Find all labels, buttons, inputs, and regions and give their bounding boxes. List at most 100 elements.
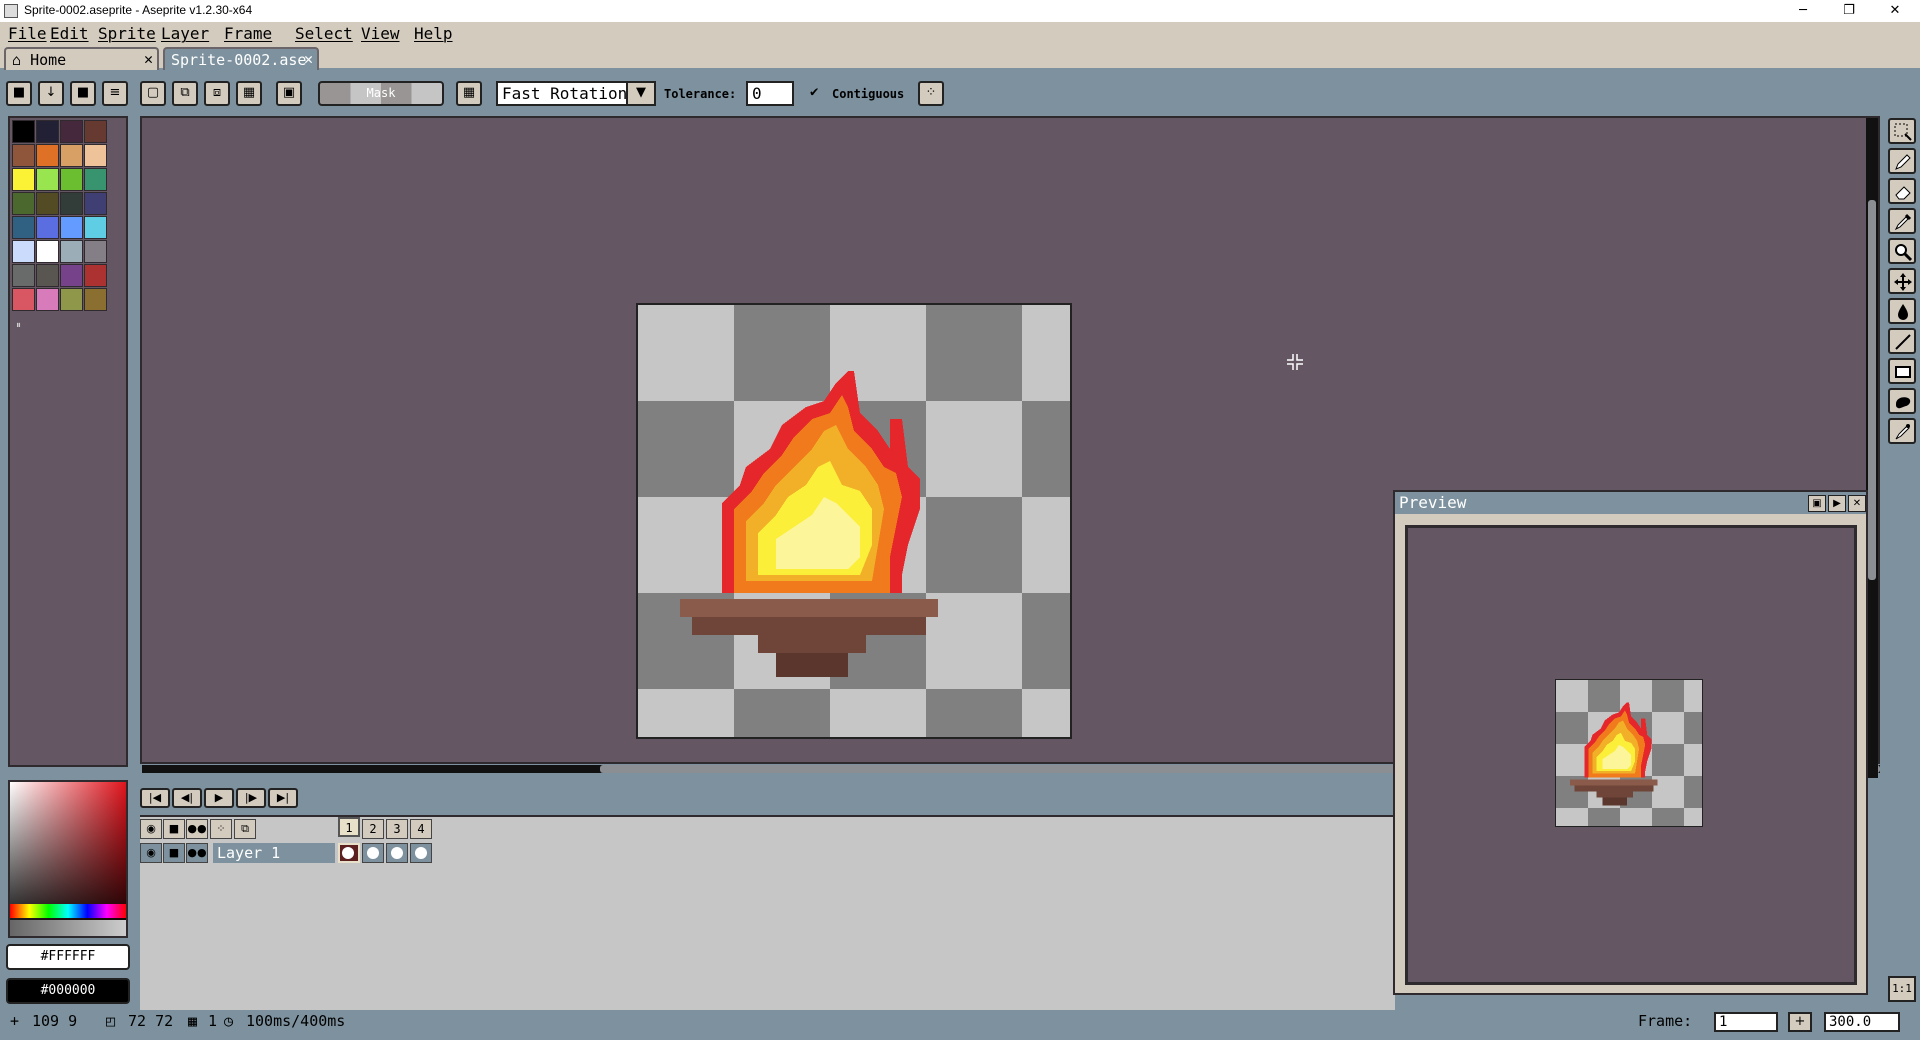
paint-bucket-tool-icon[interactable] bbox=[1888, 298, 1916, 324]
mask-color-button[interactable]: Mask bbox=[318, 81, 444, 106]
palette-swatch[interactable] bbox=[12, 216, 35, 239]
cel-frame-4[interactable] bbox=[410, 843, 432, 863]
blur-tool-icon[interactable] bbox=[1888, 418, 1916, 444]
palette-swatch[interactable] bbox=[36, 168, 59, 191]
palette-swatch[interactable] bbox=[84, 240, 107, 263]
foreground-color-button[interactable]: #FFFFFF bbox=[6, 944, 130, 970]
palette-swatch[interactable] bbox=[84, 216, 107, 239]
palette-swatch[interactable] bbox=[36, 240, 59, 263]
close-window-button[interactable]: ✕ bbox=[1872, 0, 1918, 22]
menu-frame[interactable]: Frame bbox=[224, 24, 272, 43]
tolerance-input[interactable]: 0 bbox=[746, 81, 794, 106]
tab-sprite[interactable]: Sprite-0002.ase ✕ bbox=[163, 47, 319, 70]
marquee-tool-icon[interactable] bbox=[1888, 118, 1916, 144]
rectangle-tool-icon[interactable] bbox=[1888, 358, 1916, 384]
menu-sprite[interactable]: Sprite bbox=[98, 24, 156, 43]
palette-swatch[interactable] bbox=[36, 192, 59, 215]
arrow-down-icon[interactable]: ↓ bbox=[38, 81, 64, 106]
palette-swatch[interactable] bbox=[12, 288, 35, 311]
continuous-icon[interactable]: ●● bbox=[186, 819, 208, 839]
palette-swatch[interactable] bbox=[12, 120, 35, 143]
palette-swatch[interactable] bbox=[36, 216, 59, 239]
options-icon[interactable]: ⁘ bbox=[918, 81, 944, 106]
menu-file[interactable]: File bbox=[8, 24, 47, 43]
vertical-scrollbar-thumb[interactable] bbox=[1868, 200, 1876, 580]
palette-swatch[interactable] bbox=[60, 120, 83, 143]
play-button[interactable]: ▶ bbox=[204, 788, 234, 808]
palette-swatch[interactable] bbox=[36, 120, 59, 143]
chevron-down-icon[interactable]: ▼ bbox=[626, 81, 656, 106]
hue-slider[interactable] bbox=[10, 904, 126, 918]
alpha-slider[interactable] bbox=[10, 920, 126, 936]
cel-frame-2[interactable] bbox=[362, 843, 384, 863]
selection-replace-icon[interactable]: ▢ bbox=[140, 81, 166, 106]
palette-swatch[interactable] bbox=[84, 264, 107, 287]
palette-swatch[interactable] bbox=[36, 288, 59, 311]
palette-swatch[interactable] bbox=[60, 288, 83, 311]
menu-view[interactable]: View bbox=[361, 24, 400, 43]
palette-swatch[interactable] bbox=[12, 264, 35, 287]
palette-swatch[interactable] bbox=[36, 264, 59, 287]
palette-swatch[interactable] bbox=[60, 240, 83, 263]
palette-swatch[interactable] bbox=[84, 120, 107, 143]
layer-lock-icon[interactable]: ■ bbox=[163, 843, 185, 863]
menu-layer[interactable]: Layer bbox=[161, 24, 209, 43]
layer-name[interactable]: Layer 1 bbox=[213, 843, 335, 863]
layer-options-icon[interactable]: ⧉ bbox=[234, 819, 256, 839]
zoom-input[interactable]: 300.0 bbox=[1824, 1012, 1900, 1032]
menu-help[interactable]: Help bbox=[414, 24, 453, 43]
sprite-canvas[interactable] bbox=[636, 303, 1072, 739]
list-icon[interactable]: ≡ bbox=[102, 81, 128, 106]
restore-button[interactable]: ❐ bbox=[1826, 0, 1872, 22]
palette-swatch[interactable] bbox=[60, 264, 83, 287]
layer-visibility-icon[interactable]: ◉ bbox=[140, 843, 162, 863]
palette-swatch[interactable] bbox=[84, 288, 107, 311]
eraser-tool-icon[interactable] bbox=[1888, 178, 1916, 204]
previous-frame-button[interactable]: ◀| bbox=[172, 788, 202, 808]
first-frame-button[interactable]: |◀ bbox=[140, 788, 170, 808]
zoom-one-to-one-button[interactable]: 1:1 bbox=[1888, 976, 1916, 1002]
palette-swatch[interactable] bbox=[60, 192, 83, 215]
cel-frame-3[interactable] bbox=[386, 843, 408, 863]
palette-swatch[interactable] bbox=[84, 144, 107, 167]
square-icon[interactable]: ■ bbox=[70, 81, 96, 106]
frame-header-1[interactable]: 1 bbox=[338, 817, 360, 837]
tab-home[interactable]: ⌂ Home ✕ bbox=[4, 47, 159, 70]
lock-icon[interactable]: ■ bbox=[163, 819, 185, 839]
frame-header-2[interactable]: 2 bbox=[362, 819, 384, 839]
preview-play-icon[interactable]: ▶ bbox=[1828, 495, 1846, 512]
zoom-tool-icon[interactable] bbox=[1888, 238, 1916, 264]
palette-swatch[interactable] bbox=[12, 144, 35, 167]
selection-subtract-icon[interactable]: ⧈ bbox=[204, 81, 230, 106]
background-color-button[interactable]: #000000 bbox=[6, 978, 130, 1004]
palette-swatch[interactable] bbox=[12, 240, 35, 263]
last-frame-button[interactable]: ▶| bbox=[268, 788, 298, 808]
lock-icon[interactable]: ■ bbox=[6, 81, 32, 106]
palette-swatch[interactable] bbox=[60, 168, 83, 191]
tab-sprite-close[interactable]: ✕ bbox=[304, 50, 313, 68]
pivot-icon[interactable]: ▦ bbox=[456, 81, 482, 106]
eyedropper-tool-icon[interactable] bbox=[1888, 208, 1916, 234]
frame-header-4[interactable]: 4 bbox=[410, 819, 432, 839]
contour-tool-icon[interactable] bbox=[1888, 388, 1916, 414]
palette-swatch[interactable] bbox=[60, 216, 83, 239]
eye-icon[interactable]: ◉ bbox=[140, 819, 162, 839]
line-tool-icon[interactable] bbox=[1888, 328, 1916, 354]
new-frame-plus-icon[interactable]: + bbox=[1788, 1012, 1812, 1032]
palette-resize-icon[interactable]: ⏸ bbox=[16, 320, 21, 331]
menu-edit[interactable]: Edit bbox=[50, 24, 89, 43]
preview-settings-icon[interactable]: ▣ bbox=[1808, 495, 1826, 512]
selection-intersect-icon[interactable]: ▦ bbox=[236, 81, 262, 106]
pencil-tool-icon[interactable] bbox=[1888, 148, 1916, 174]
selection-add-icon[interactable]: ⧉ bbox=[172, 81, 198, 106]
palette-swatch[interactable] bbox=[84, 192, 107, 215]
palette-swatch[interactable] bbox=[60, 144, 83, 167]
next-frame-button[interactable]: |▶ bbox=[236, 788, 266, 808]
frame-header-3[interactable]: 3 bbox=[386, 819, 408, 839]
palette-swatch[interactable] bbox=[12, 168, 35, 191]
tab-home-close[interactable]: ✕ bbox=[144, 50, 153, 68]
palette-swatch[interactable] bbox=[84, 168, 107, 191]
palette-swatch[interactable] bbox=[36, 144, 59, 167]
menu-select[interactable]: Select bbox=[295, 24, 353, 43]
move-tool-icon[interactable] bbox=[1888, 268, 1916, 294]
